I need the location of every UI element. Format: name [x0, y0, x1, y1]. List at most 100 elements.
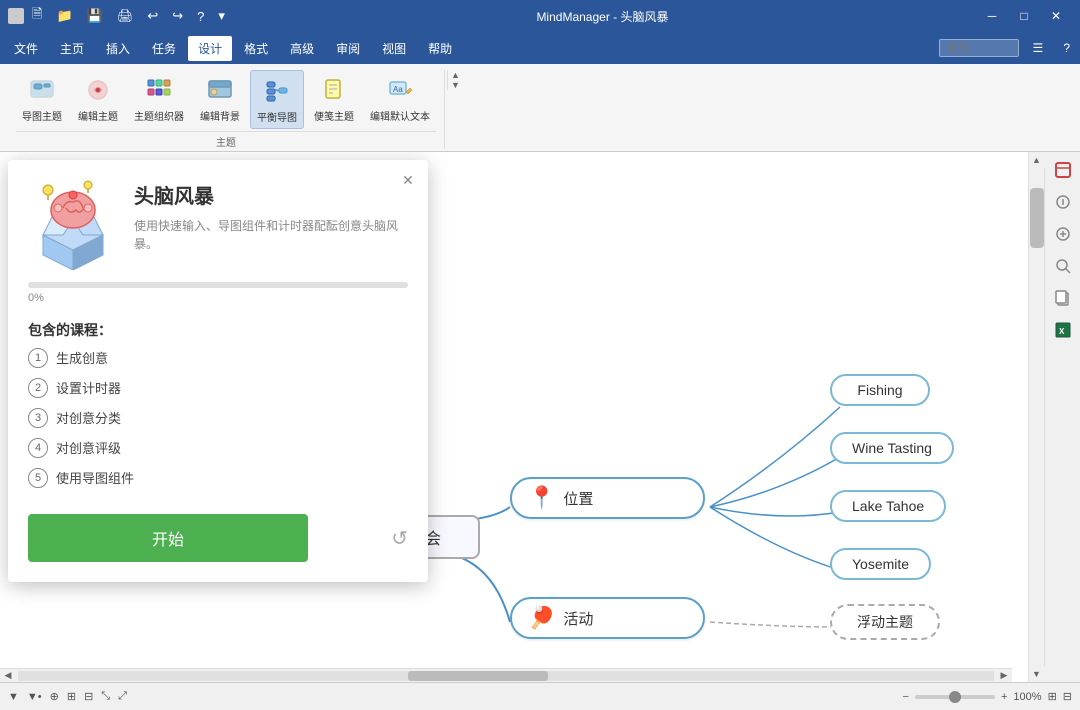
status-icon-7[interactable]: ⤢ [118, 690, 127, 703]
h-scrollbar[interactable]: ◀ ▶ [0, 668, 1012, 682]
zoom-level: 100% [1013, 691, 1041, 703]
course-item-5: 5 使用导图组件 [28, 468, 408, 488]
start-button[interactable]: 开始 [28, 514, 308, 562]
lake-tahoe-node[interactable]: Lake Tahoe [830, 490, 946, 522]
v-scrollbar[interactable]: ▲ ▼ [1028, 152, 1044, 682]
canvas-area[interactable]: 聚会 📍 位置 🏓 活动 Fishing Wine Tasting Lake T… [0, 152, 1028, 682]
course-num-3: 3 [28, 408, 48, 428]
note-theme-button[interactable]: 便笺主题 [308, 70, 360, 129]
fishing-node-label: Fishing [857, 382, 902, 398]
status-icon-5[interactable]: ⊟ [84, 690, 93, 703]
menu-format[interactable]: 格式 [234, 36, 278, 61]
search-input[interactable] [939, 39, 1019, 57]
grid-icon[interactable]: ⊟ [1063, 690, 1072, 703]
menu-view[interactable]: 视图 [372, 36, 416, 61]
edit-bg-button[interactable]: 编辑背景 [194, 70, 246, 129]
course-item-2: 2 设置计时器 [28, 378, 408, 398]
v-scroll-up[interactable]: ▲ [1029, 152, 1045, 168]
sidebar-btn-1[interactable] [1049, 156, 1077, 184]
undo-tool[interactable]: ↩ [143, 6, 162, 26]
menu-insert[interactable]: 插入 [96, 36, 140, 61]
edit-default-text-label: 编辑默认文本 [370, 108, 430, 123]
minimize-button[interactable]: ─ [976, 0, 1008, 32]
zoom-thumb [949, 691, 961, 703]
panel-footer: 开始 ↺ [8, 498, 428, 582]
location-node-label: 位置 [563, 488, 593, 509]
menubar-right: ☰ ? [939, 37, 1076, 59]
h-scroll-right[interactable]: ▶ [996, 669, 1012, 683]
v-scroll-down[interactable]: ▼ [1029, 666, 1045, 682]
status-icon-4[interactable]: ⊞ [67, 690, 76, 703]
status-icon-3[interactable]: ⊕ [50, 690, 59, 703]
yosemite-node-label: Yosemite [852, 556, 909, 572]
lake-tahoe-node-label: Lake Tahoe [852, 498, 924, 514]
status-icon-6[interactable]: ⤡ [101, 690, 110, 703]
open-tool[interactable]: 📁 [52, 6, 76, 26]
titlebar-left: 🗎 📁 💾 🖨 ↩ ↪ ? ▾ [8, 3, 229, 29]
layout-icon[interactable]: ☰ [1027, 37, 1050, 59]
ribbon-group-theme: 导图主题 编辑主题 主题组织器 [8, 70, 445, 149]
balance-map-button[interactable]: 平衡导图 [250, 70, 304, 129]
fit-icon[interactable]: ⊞ [1048, 690, 1057, 703]
ribbon-group-label-theme: 主题 [16, 131, 436, 149]
help-tool[interactable]: ? [193, 7, 208, 26]
new-tool[interactable]: 🗎 [28, 3, 46, 29]
float-node[interactable]: 浮动主题 [830, 604, 940, 640]
sidebar-btn-2[interactable] [1049, 188, 1077, 216]
sidebar-btn-copy[interactable] [1049, 284, 1077, 312]
activity-node[interactable]: 🏓 活动 [510, 597, 705, 639]
menu-home[interactable]: 主页 [50, 36, 94, 61]
course-label-5: 使用导图组件 [56, 468, 134, 487]
close-button[interactable]: ✕ [1040, 0, 1072, 32]
h-scroll-left[interactable]: ◀ [0, 669, 16, 683]
menu-review[interactable]: 审阅 [326, 36, 370, 61]
edit-bg-label: 编辑背景 [200, 108, 240, 123]
location-node-icon: 📍 [528, 485, 555, 511]
course-label-4: 对创意评级 [56, 438, 121, 457]
filter-icon-2[interactable]: ▼• [27, 691, 42, 703]
more-tool[interactable]: ▾ [214, 6, 229, 26]
course-item-1: 1 生成创意 [28, 348, 408, 368]
menubar: 文件 主页 插入 任务 设计 格式 高级 审阅 视图 帮助 ☰ ? [0, 32, 1080, 64]
menu-design[interactable]: 设计 [188, 36, 232, 61]
map-theme-button[interactable]: 导图主题 [16, 70, 68, 129]
activity-node-label: 活动 [563, 608, 593, 629]
theme-organizer-icon [143, 74, 175, 106]
menu-task[interactable]: 任务 [142, 36, 186, 61]
ribbon-buttons-theme: 导图主题 编辑主题 主题组织器 [16, 70, 436, 129]
statusbar-right: − + 100% ⊞ ⊟ [903, 690, 1072, 703]
help-icon[interactable]: ? [1057, 37, 1076, 59]
sidebar-btn-search[interactable] [1049, 252, 1077, 280]
zoom-plus-button[interactable]: + [1001, 691, 1007, 703]
zoom-slider[interactable] [915, 695, 995, 699]
ribbon-scroll[interactable]: ▲▼ [447, 70, 463, 90]
yosemite-node[interactable]: Yosemite [830, 548, 931, 580]
maximize-button[interactable]: □ [1008, 0, 1040, 32]
titlebar-tools: 🗎 📁 💾 🖨 ↩ ↪ ? ▾ [28, 3, 229, 29]
edit-default-text-button[interactable]: Aa 编辑默认文本 [364, 70, 436, 129]
menu-help[interactable]: 帮助 [418, 36, 462, 61]
print-tool[interactable]: 🖨 [113, 6, 138, 26]
edit-theme-button[interactable]: 编辑主题 [72, 70, 124, 129]
save-tool[interactable]: 💾 [83, 6, 107, 26]
sidebar-btn-3[interactable] [1049, 220, 1077, 248]
fishing-node[interactable]: Fishing [830, 374, 930, 406]
redo-tool[interactable]: ↪ [168, 6, 187, 26]
wine-tasting-node[interactable]: Wine Tasting [830, 432, 954, 464]
location-node[interactable]: 📍 位置 [510, 477, 705, 519]
map-theme-label: 导图主题 [22, 108, 62, 123]
v-scroll-thumb [1030, 188, 1044, 248]
note-theme-label: 便笺主题 [314, 108, 354, 123]
theme-organizer-button[interactable]: 主题组织器 [128, 70, 190, 129]
filter-icon[interactable]: ▼ [8, 691, 19, 703]
panel-section-title: 包含的课程： [28, 320, 408, 340]
course-num-5: 5 [28, 468, 48, 488]
zoom-minus-button[interactable]: − [903, 691, 909, 703]
reset-button[interactable]: ↺ [391, 526, 408, 551]
panel-header: 头脑风暴 使用快速输入、导图组件和计时器配酝创意头脑风暴。 [8, 160, 428, 270]
panel-close-button[interactable]: ✕ [398, 170, 418, 190]
menu-advanced[interactable]: 高级 [280, 36, 324, 61]
menu-file[interactable]: 文件 [4, 36, 48, 61]
ribbon-content: 导图主题 编辑主题 主题组织器 [0, 64, 1080, 151]
sidebar-btn-excel[interactable]: X [1049, 316, 1077, 344]
